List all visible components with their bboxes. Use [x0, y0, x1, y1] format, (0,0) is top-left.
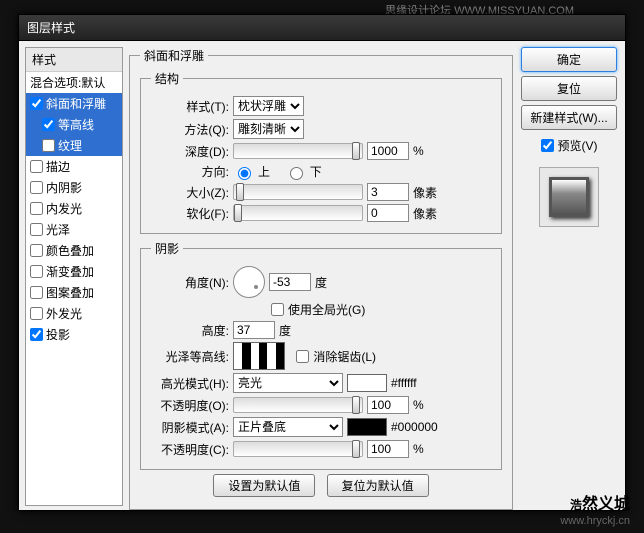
gloss-contour[interactable]	[233, 342, 285, 370]
item-bevel[interactable]: 斜面和浮雕	[26, 93, 122, 114]
new-style-button[interactable]: 新建样式(W)...	[521, 105, 617, 130]
blending-options[interactable]: 混合选项:默认	[26, 72, 122, 93]
item-contour[interactable]: 等高线	[26, 114, 122, 135]
highlight-color-swatch[interactable]	[347, 374, 387, 392]
depth-input[interactable]	[367, 142, 409, 160]
ok-button[interactable]: 确定	[521, 47, 617, 72]
shadow-opacity-slider[interactable]	[233, 441, 363, 457]
chk-drop-shadow[interactable]	[30, 328, 43, 341]
item-inner-shadow[interactable]: 内阴影	[26, 177, 122, 198]
item-inner-glow[interactable]: 内发光	[26, 198, 122, 219]
item-color-overlay[interactable]: 颜色叠加	[26, 240, 122, 261]
shading-group: 阴影 角度(N): 度 使用全局光(G) 高度: 度 光泽等高线:	[140, 240, 502, 470]
shadow-mode-select[interactable]: 正片叠底	[233, 417, 343, 437]
item-stroke[interactable]: 描边	[26, 156, 122, 177]
angle-dial[interactable]	[233, 266, 265, 298]
layer-style-dialog: 图层样式 样式 混合选项:默认 斜面和浮雕 等高线 纹理 描边 内阴影 内发光 …	[18, 14, 626, 511]
chk-inner-glow[interactable]	[30, 202, 43, 215]
reset-default-button[interactable]: 复位为默认值	[327, 474, 429, 497]
size-slider[interactable]	[233, 184, 363, 200]
chk-stroke[interactable]	[30, 160, 43, 173]
structure-group: 结构 样式(T): 枕状浮雕 方法(Q): 雕刻清晰 深度(D): % 方向: …	[140, 70, 502, 234]
altitude-input[interactable]	[233, 321, 275, 339]
dialog-title: 图层样式	[19, 15, 625, 41]
preview-chk[interactable]	[541, 139, 554, 152]
cancel-button[interactable]: 复位	[521, 76, 617, 101]
chk-bevel[interactable]	[30, 97, 43, 110]
highlight-opacity-slider[interactable]	[233, 397, 363, 413]
style-select[interactable]: 枕状浮雕	[233, 96, 304, 116]
chk-gradient-overlay[interactable]	[30, 265, 43, 278]
chk-color-overlay[interactable]	[30, 244, 43, 257]
chk-texture[interactable]	[42, 139, 55, 152]
soften-slider[interactable]	[233, 205, 363, 221]
highlight-opacity-input[interactable]	[367, 396, 409, 414]
shadow-color-swatch[interactable]	[347, 418, 387, 436]
item-gradient-overlay[interactable]: 渐变叠加	[26, 261, 122, 282]
global-light-chk[interactable]	[271, 303, 284, 316]
sidebar-header: 样式	[26, 48, 122, 72]
depth-slider[interactable]	[233, 143, 363, 159]
antialias-chk[interactable]	[296, 350, 309, 363]
styles-sidebar: 样式 混合选项:默认 斜面和浮雕 等高线 纹理 描边 内阴影 内发光 光泽 颜色…	[25, 47, 123, 506]
technique-select[interactable]: 雕刻清晰	[233, 119, 304, 139]
item-drop-shadow[interactable]: 投影	[26, 324, 122, 345]
bevel-legend: 斜面和浮雕	[140, 47, 208, 64]
chk-inner-shadow[interactable]	[30, 181, 43, 194]
item-texture[interactable]: 纹理	[26, 135, 122, 156]
size-input[interactable]	[367, 183, 409, 201]
bevel-group: 斜面和浮雕 结构 样式(T): 枕状浮雕 方法(Q): 雕刻清晰 深度(D): …	[129, 47, 513, 510]
item-pattern-overlay[interactable]: 图案叠加	[26, 282, 122, 303]
chk-contour[interactable]	[42, 118, 55, 131]
dir-up-radio[interactable]	[238, 167, 251, 180]
item-satin[interactable]: 光泽	[26, 219, 122, 240]
preview-thumbnail	[539, 167, 599, 227]
chk-outer-glow[interactable]	[30, 307, 43, 320]
soften-input[interactable]	[367, 204, 409, 222]
dir-down-radio[interactable]	[290, 167, 303, 180]
shadow-opacity-input[interactable]	[367, 440, 409, 458]
chk-pattern-overlay[interactable]	[30, 286, 43, 299]
angle-input[interactable]	[269, 273, 311, 291]
item-outer-glow[interactable]: 外发光	[26, 303, 122, 324]
make-default-button[interactable]: 设置为默认值	[213, 474, 315, 497]
chk-satin[interactable]	[30, 223, 43, 236]
corner-watermark: 浩然义城 www.hryckj.cn	[560, 485, 630, 527]
highlight-mode-select[interactable]: 亮光	[233, 373, 343, 393]
